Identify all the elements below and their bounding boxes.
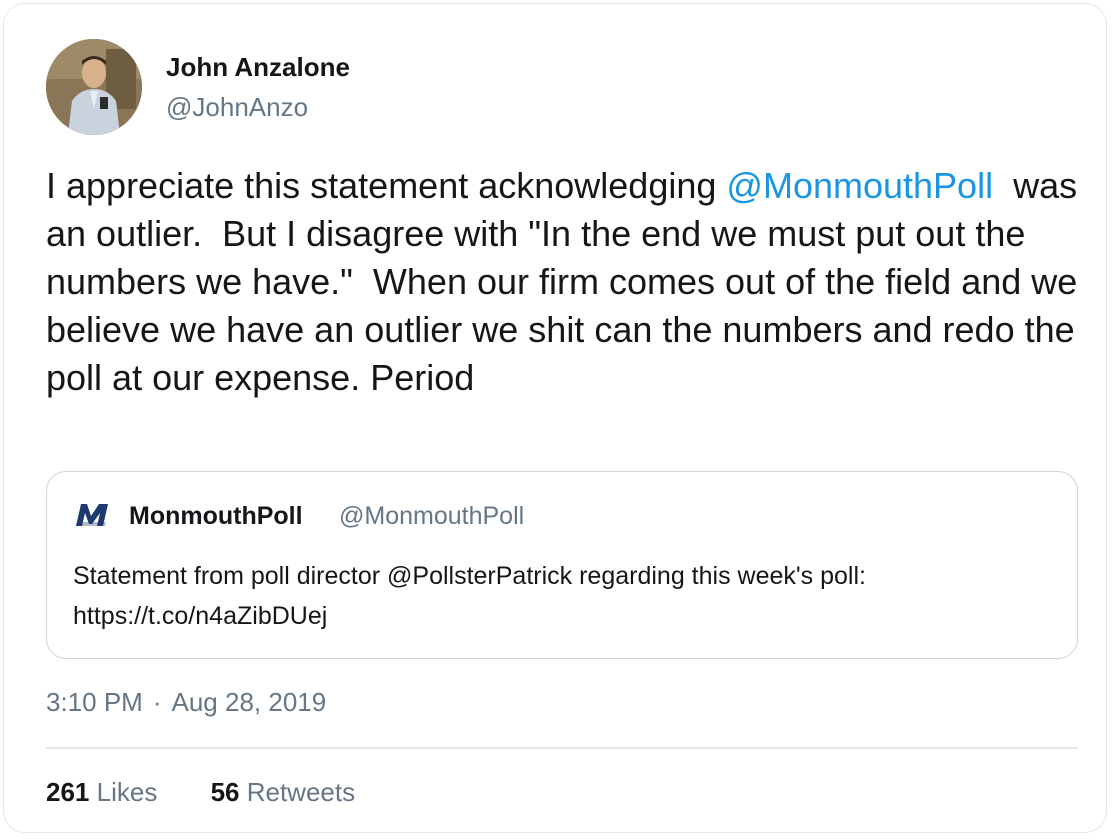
quoted-author-name: MonmouthPoll — [129, 502, 303, 530]
likes-stat[interactable]: 261 Likes — [46, 777, 157, 808]
retweets-count: 56 — [210, 777, 240, 807]
tweet-time: 3:10 PM — [46, 687, 143, 717]
tweet-card: John Anzalone @JohnAnzo I appreciate thi… — [3, 3, 1107, 833]
quoted-tweet-text: Statement from poll director @PollsterPa… — [73, 562, 866, 630]
separator-dot: · — [152, 687, 162, 717]
timestamp[interactable]: 3:10 PM · Aug 28, 2019 — [46, 687, 326, 718]
author-name[interactable]: John Anzalone — [166, 52, 350, 83]
tweet-text: I appreciate this statement acknowledgin… — [46, 162, 1086, 402]
likes-label: Likes — [96, 777, 158, 807]
retweets-label: Retweets — [246, 777, 356, 807]
avatar[interactable] — [46, 39, 142, 135]
quoted-author-handle: @MonmouthPoll — [339, 502, 525, 530]
author-handle[interactable]: @JohnAnzo — [166, 92, 308, 123]
likes-count: 261 — [46, 777, 90, 807]
tweet-date: Aug 28, 2019 — [171, 687, 327, 717]
monmouth-m-logo-icon — [76, 504, 108, 526]
quoted-tweet[interactable]: MonmouthPoll @MonmouthPoll Statement fro… — [46, 471, 1078, 659]
engagement-stats: 261 Likes 56 Retweets — [46, 777, 401, 808]
retweets-stat[interactable]: 56 Retweets — [211, 777, 356, 808]
divider — [46, 747, 1078, 749]
profile-photo-icon — [46, 39, 142, 135]
tweet-text-before: I appreciate this statement acknowledgin… — [46, 165, 727, 206]
mention-link[interactable]: @MonmouthPoll — [726, 165, 993, 206]
